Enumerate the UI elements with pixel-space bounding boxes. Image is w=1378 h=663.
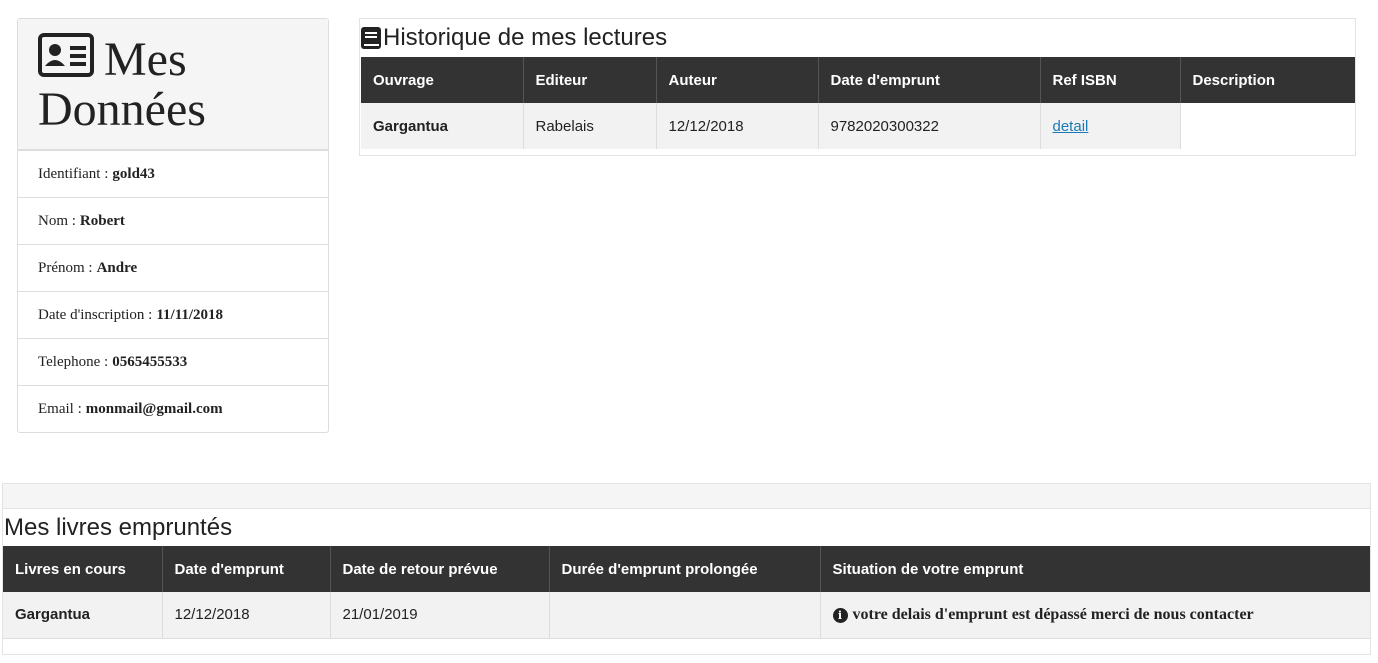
info-row-telephone: Telephone : 0565455533 [18, 339, 328, 386]
cell-date: 9782020300322 [818, 103, 1041, 149]
borrowed-header-row: Livres en cours Date d'emprunt Date de r… [3, 546, 1370, 592]
cell-ref-isbn: detail [1040, 103, 1181, 149]
info-value: Robert [79, 212, 125, 229]
info-row-identifiant: Identifiant : gold43 [18, 151, 328, 198]
info-label: Date d'inscription : [38, 306, 153, 323]
cell-date-emprunt: 12/12/2018 [162, 592, 331, 639]
info-value: gold43 [112, 165, 155, 182]
col-header-ouvrage: Ouvrage [361, 57, 524, 103]
col-header-ref-isbn: Ref ISBN [1040, 57, 1181, 103]
col-header-auteur: Auteur [656, 57, 819, 103]
borrowed-table: Livres en cours Date d'emprunt Date de r… [3, 546, 1370, 639]
book-icon [361, 26, 381, 49]
table-row: Gargantua Rabelais 12/12/2018 9782020300… [361, 103, 1355, 149]
profile-title: Mes Données [38, 33, 328, 135]
situation-text: votre delais d'emprunt est dépassé merci… [852, 605, 1254, 623]
info-value: 0565455533 [112, 353, 188, 370]
info-icon: i [832, 607, 848, 623]
borrowed-title: Mes livres empruntés [4, 513, 233, 541]
borrowed-panel-header [3, 484, 1370, 509]
history-panel: Historique de mes lectures Ouvrage Edite… [359, 18, 1356, 156]
col-header-duree-prolongee: Durée d'emprunt prolongée [549, 546, 821, 592]
detail-link[interactable]: detail [1053, 118, 1089, 135]
cell-description [1180, 103, 1355, 149]
profile-title-line1: Mes [104, 33, 187, 86]
table-row: Gargantua 12/12/2018 21/01/2019 i votre d… [3, 592, 1370, 639]
col-header-description: Description [1180, 57, 1355, 103]
profile-panel: Mes Données Identifiant : gold43 Nom : R… [17, 18, 329, 433]
info-value: monmail@gmail.com [85, 401, 223, 417]
col-header-date-retour: Date de retour prévue [330, 546, 550, 592]
info-label: Nom : [38, 212, 76, 229]
info-value: 11/11/2018 [156, 306, 224, 323]
info-label: Telephone : [38, 353, 109, 370]
info-row-prenom: Prénom : Andre [18, 245, 328, 292]
history-table: Ouvrage Editeur Auteur Date d'emprunt Re… [361, 57, 1355, 149]
col-header-editeur: Editeur [523, 57, 657, 103]
cell-date-retour: 21/01/2019 [330, 592, 550, 639]
profile-header: Mes Données [18, 19, 328, 151]
history-header-row: Ouvrage Editeur Auteur Date d'emprunt Re… [361, 57, 1355, 103]
info-row-email: Email : monmail@gmail.com [18, 386, 328, 433]
cell-livre: Gargantua [3, 592, 163, 639]
info-label: Prénom : [38, 259, 93, 276]
cell-duree [549, 592, 821, 639]
info-row-nom: Nom : Robert [18, 198, 328, 245]
col-header-livres-en-cours: Livres en cours [3, 546, 163, 592]
cell-ouvrage: Gargantua [361, 103, 524, 149]
col-header-date-emprunt: Date d'emprunt [162, 546, 331, 592]
info-row-date-inscription: Date d'inscription : 11/11/2018 [18, 292, 328, 339]
info-label: Email : [38, 401, 82, 417]
col-header-date-emprunt: Date d'emprunt [818, 57, 1041, 103]
info-label: Identifiant : [38, 165, 109, 182]
id-card-icon [38, 33, 94, 77]
history-title-text: Historique de mes lectures [383, 23, 668, 51]
cell-situation: i votre delais d'emprunt est dépassé merc… [820, 592, 1370, 639]
col-header-situation: Situation de votre emprunt [820, 546, 1370, 592]
cell-editeur: Rabelais [523, 103, 657, 149]
history-title: Historique de mes lectures [360, 19, 1355, 56]
info-value: Andre [96, 259, 138, 276]
borrowed-panel: Mes livres empruntés Livres en cours Dat… [2, 483, 1371, 655]
profile-title-line2: Données [38, 83, 206, 136]
cell-auteur: 12/12/2018 [656, 103, 819, 149]
